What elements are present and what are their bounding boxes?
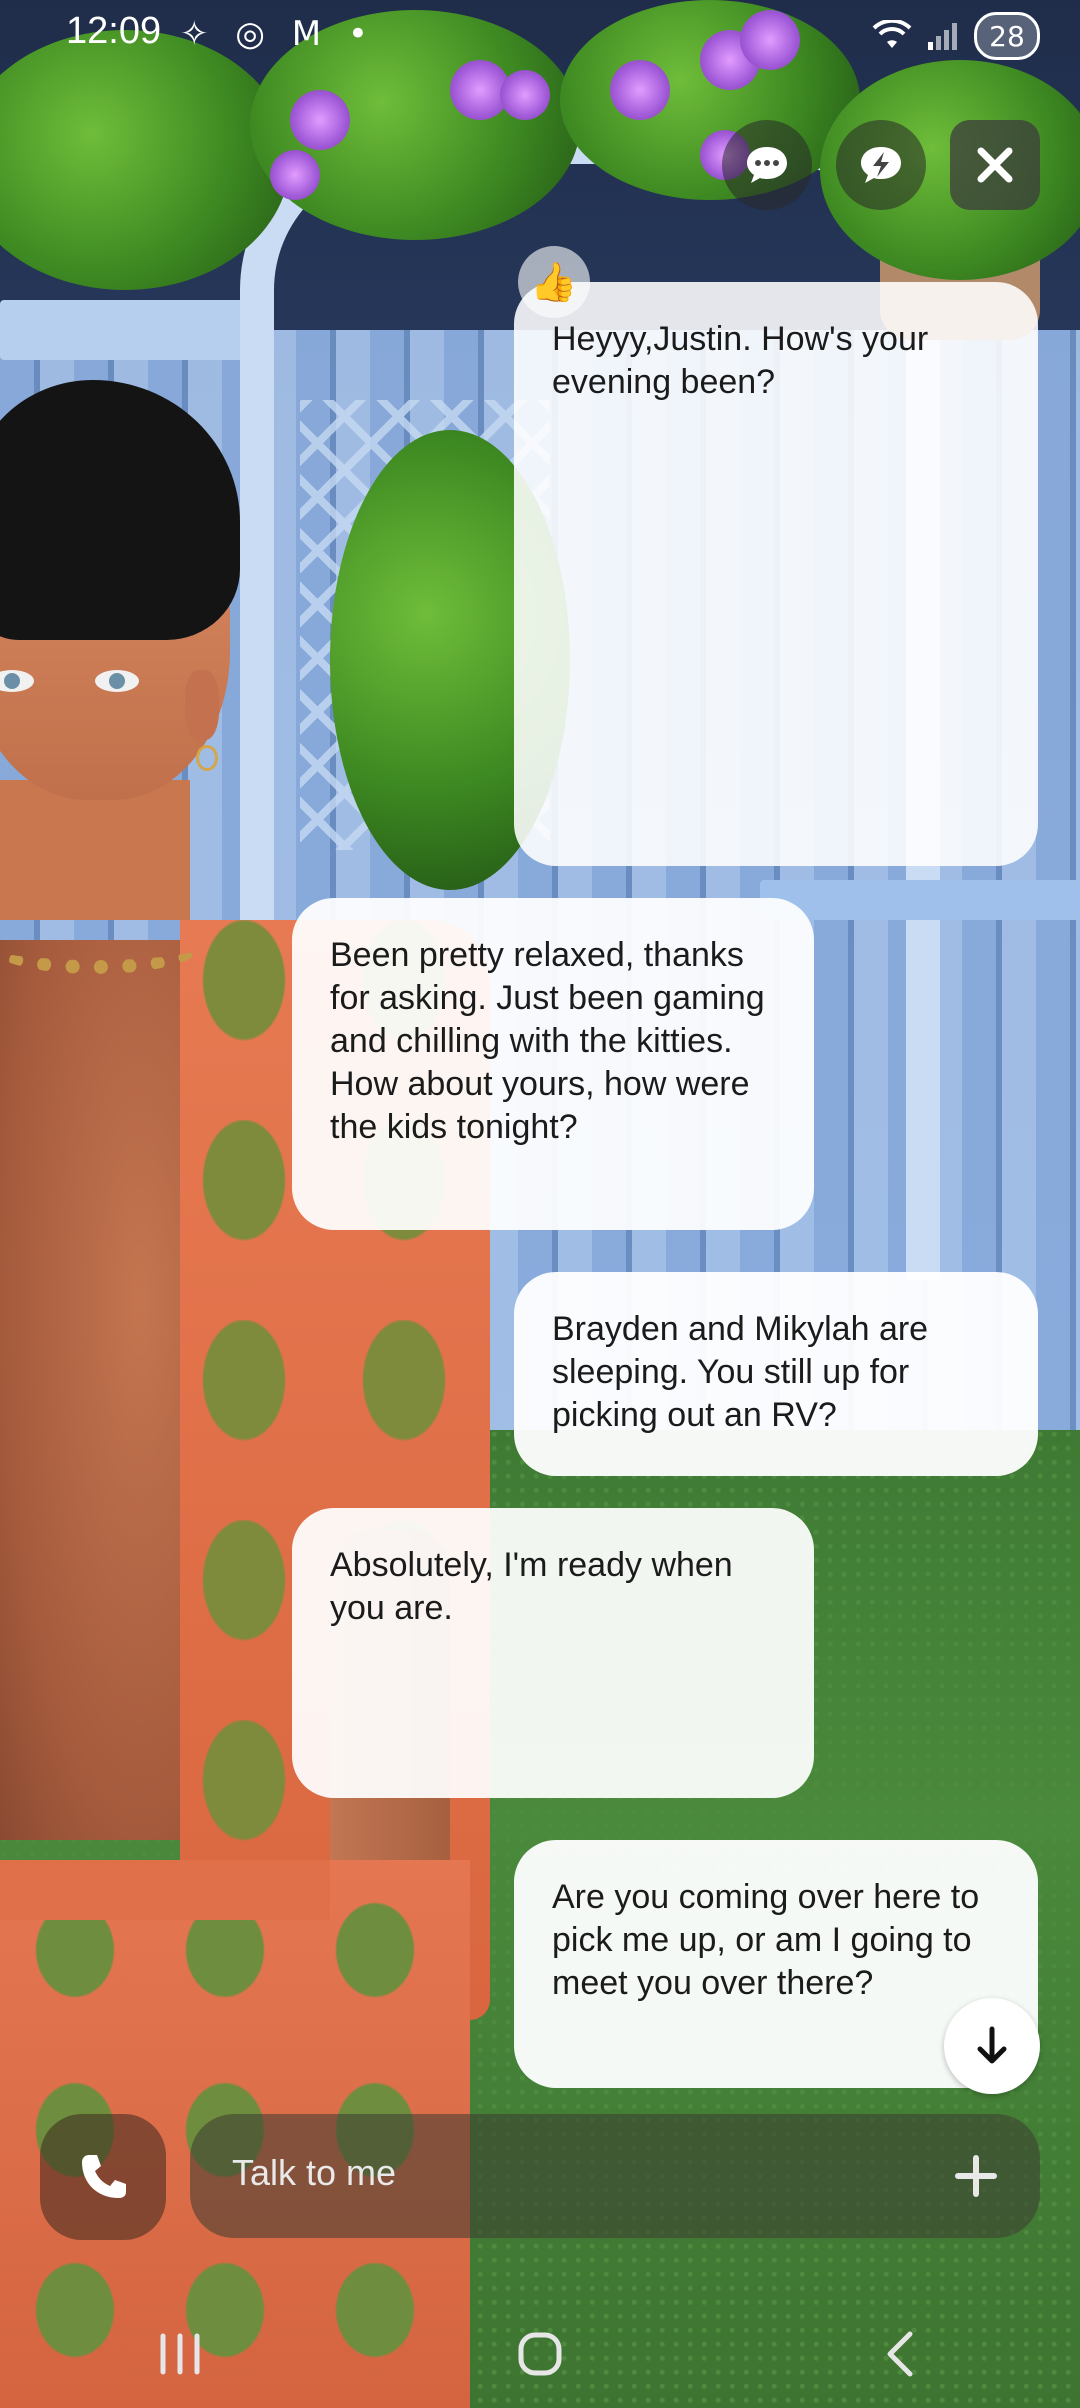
message-bubble-incoming[interactable]: Brayden and Mikylah are sleeping. You st… bbox=[514, 1272, 1038, 1476]
character-ear bbox=[185, 670, 219, 740]
chat-options-button[interactable] bbox=[722, 120, 812, 210]
lightning-bubble-icon bbox=[861, 147, 901, 183]
flower bbox=[500, 70, 550, 120]
status-bar: 12:09 ✧ ◎ M • 28 bbox=[0, 0, 1080, 70]
message-text: Heyyy,Justin. How's your evening been? bbox=[552, 320, 929, 401]
back-button[interactable] bbox=[840, 2309, 960, 2399]
system-navigation-bar bbox=[0, 2300, 1080, 2408]
shelf bbox=[760, 880, 1080, 920]
notification-icons: ✧ ◎ M • bbox=[180, 14, 376, 54]
status-right: 28 bbox=[872, 12, 1040, 60]
message-bubble-incoming[interactable]: Heyyy,Justin. How's your evening been? bbox=[514, 282, 1038, 866]
flower bbox=[290, 90, 350, 150]
message-composer: Talk to me bbox=[40, 2112, 1040, 2240]
recents-button[interactable] bbox=[120, 2309, 240, 2399]
planter-box bbox=[0, 300, 260, 360]
flower bbox=[270, 150, 320, 200]
character-waistband bbox=[0, 1860, 330, 1920]
arrow-down-icon bbox=[977, 2026, 1007, 2064]
thumbs-up-reaction-icon[interactable]: 👍 bbox=[518, 246, 590, 318]
eye bbox=[95, 670, 139, 692]
scroll-to-bottom-button[interactable] bbox=[944, 1998, 1040, 2094]
battery-indicator: 28 bbox=[974, 12, 1040, 60]
wifi-icon bbox=[872, 20, 912, 48]
character-earring bbox=[196, 745, 218, 771]
back-icon bbox=[887, 2331, 913, 2377]
home-button[interactable] bbox=[480, 2309, 600, 2399]
close-icon bbox=[977, 147, 1013, 183]
character-hair bbox=[0, 380, 240, 640]
eye bbox=[0, 670, 34, 692]
chat-bubble-icon bbox=[747, 147, 787, 183]
home-icon bbox=[518, 2332, 562, 2376]
top-actions bbox=[722, 120, 1040, 210]
message-input[interactable]: Talk to me bbox=[190, 2114, 1040, 2238]
message-text: Are you coming over here to pick me up, … bbox=[552, 1878, 980, 2002]
signal-icon bbox=[928, 23, 957, 50]
close-button[interactable] bbox=[950, 120, 1040, 210]
character-neck bbox=[0, 780, 190, 920]
message-text: Been pretty relaxed, thanks for asking. … bbox=[330, 936, 765, 1146]
message-text: Absolutely, I'm ready when you are. bbox=[330, 1546, 733, 1627]
quick-reply-button[interactable] bbox=[836, 120, 926, 210]
message-text: Brayden and Mikylah are sleeping. You st… bbox=[552, 1310, 929, 1434]
call-button[interactable] bbox=[40, 2114, 166, 2240]
plus-icon bbox=[955, 2155, 997, 2197]
recents-icon bbox=[160, 2333, 200, 2375]
status-time: 12:09 bbox=[66, 10, 162, 52]
message-bubble-outgoing[interactable]: Absolutely, I'm ready when you are. bbox=[292, 1508, 814, 1798]
character bbox=[0, 380, 560, 2408]
character-necklace bbox=[0, 920, 200, 974]
add-attachment-button[interactable] bbox=[936, 2136, 1016, 2216]
phone-icon bbox=[82, 2155, 126, 2198]
message-input-placeholder: Talk to me bbox=[232, 2152, 397, 2193]
message-bubble-outgoing[interactable]: Been pretty relaxed, thanks for asking. … bbox=[292, 898, 814, 1230]
